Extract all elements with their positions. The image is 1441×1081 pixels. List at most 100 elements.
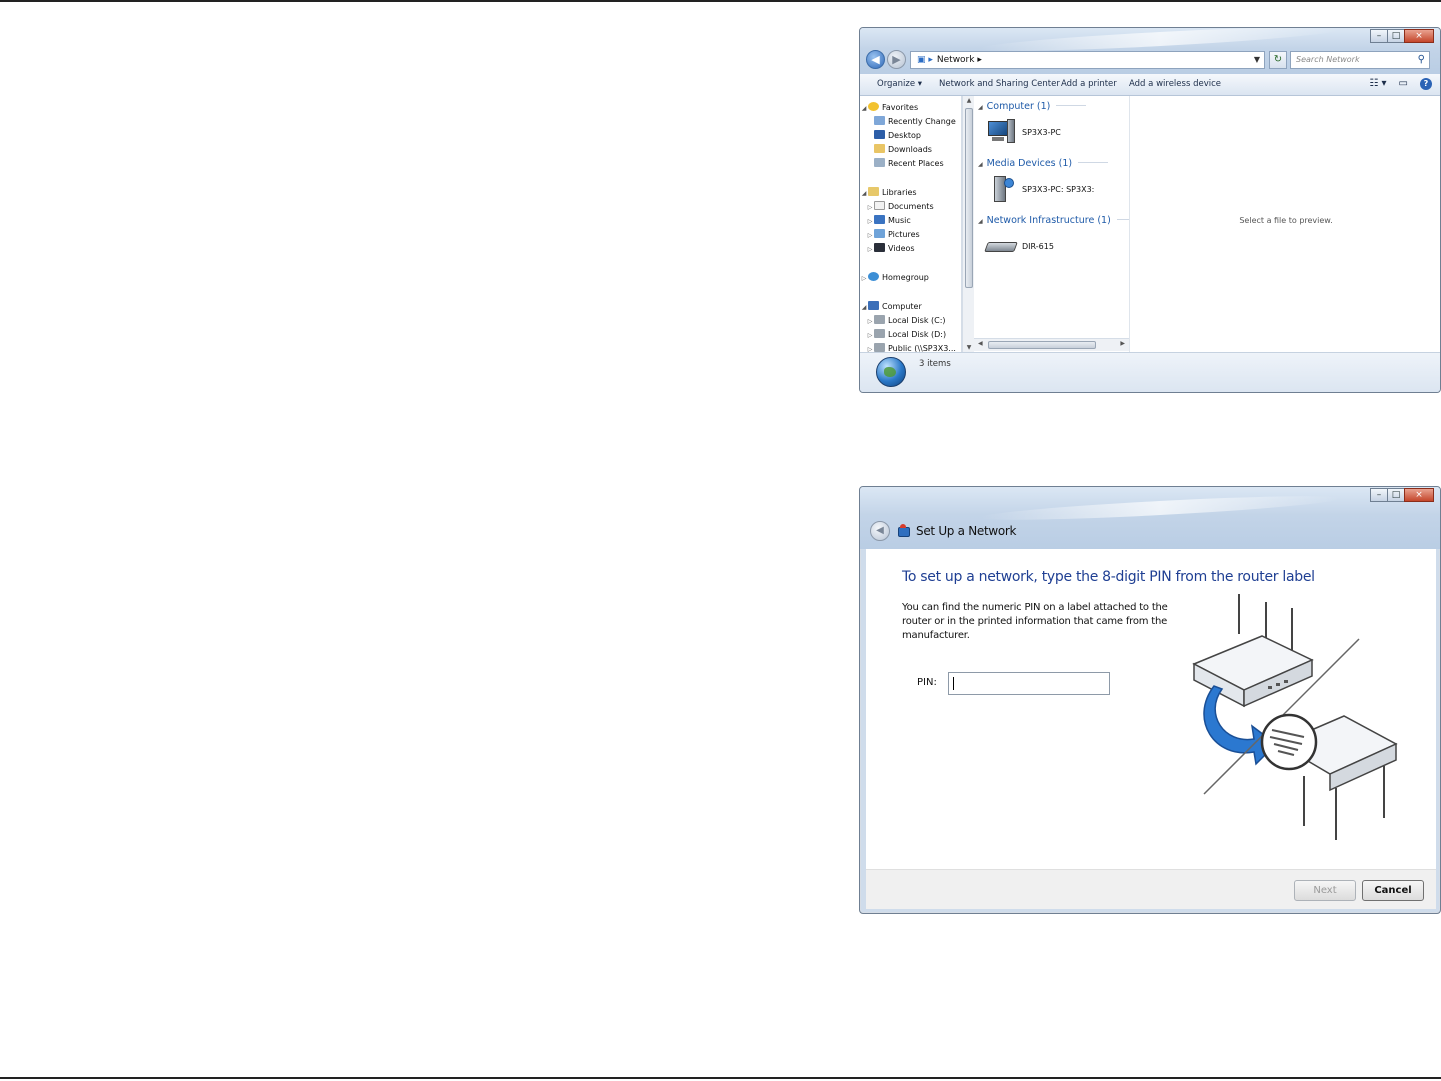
cancel-button[interactable]: Cancel [1362,880,1424,901]
nav-item[interactable]: ▷ Local Disk (C:) [866,314,946,327]
nav-libraries[interactable]: ◢ Libraries [860,186,917,199]
details-pane: 3 items [860,352,1440,392]
network-explorer-window: – □ × ◀ ▶ ▣ ▸ Network ▸ ▼ ↻ Search Networ… [859,27,1441,393]
dialog-heading: To set up a network, type the 8-digit PI… [902,569,1315,585]
computer-icon [868,301,879,310]
nav-item[interactable]: Desktop [874,129,921,142]
top-rule [0,0,1441,2]
nav-item[interactable]: ▷ Videos [866,242,915,255]
pin-input[interactable] [948,672,1110,695]
maximize-button[interactable]: □ [1387,29,1405,43]
nav-item[interactable]: ▷ Public (\\SP3X3... [866,342,956,352]
scrollbar-thumb[interactable] [988,341,1096,349]
media-device-icon [986,176,1016,202]
nav-computer[interactable]: ◢ Computer [860,300,922,313]
nav-pane-scrollbar[interactable]: ▲ ▼ [962,96,974,352]
network-folder-icon: ▣ ▸ [917,55,933,65]
nav-item[interactable]: Downloads [874,143,932,156]
videos-icon [874,243,885,252]
preview-pane-icon[interactable]: ▭ [1399,78,1408,90]
device-name: DIR-615 [1022,241,1054,251]
back-arrow-icon[interactable]: ◀ [866,50,885,69]
close-button[interactable]: × [1404,488,1434,502]
device-item-media[interactable]: SP3X3-PC: SP3X3: [986,175,1094,203]
network-globe-icon [876,357,906,387]
address-path: Network [936,55,975,65]
search-icon[interactable]: ⚲ [1418,52,1425,68]
search-input[interactable]: Search Network ⚲ [1290,51,1430,69]
minimize-button[interactable]: – [1370,29,1388,43]
bottom-rule [0,1077,1441,1079]
add-printer-button[interactable]: Add a printer [1061,74,1117,94]
dialog-header: ◀ Set Up a Network [870,521,1017,541]
recent-icon [874,116,885,125]
address-bar[interactable]: ▣ ▸ Network ▸ ▼ [910,51,1265,69]
device-item-router[interactable]: DIR-615 [984,232,1054,260]
dialog-description: You can find the numeric PIN on a label … [902,602,1168,641]
view-options: ☷ ▾ ▭ ? [1369,78,1432,90]
network-setup-icon [896,524,910,538]
navigation-row: ◀ ▶ ▣ ▸ Network ▸ ▼ ↻ Search Network ⚲ [866,50,1434,70]
search-placeholder: Search Network [1296,55,1360,64]
network-drive-icon [874,343,885,352]
nav-item[interactable]: Recently Change [874,115,956,128]
dialog-titlebar: – □ × ◀ Set Up a Network [860,487,1440,549]
preview-placeholder: Select a file to preview. [1239,216,1333,225]
minimize-button[interactable]: – [1370,488,1388,502]
router-bottom-icon [1260,713,1398,840]
recent-places-icon [874,158,885,167]
view-mode-icon[interactable]: ☷ ▾ [1369,78,1386,90]
next-button[interactable]: Next [1294,880,1356,901]
nav-favorites[interactable]: ◢ Favorites [860,101,918,114]
nav-item[interactable]: ▷ Documents [866,200,934,213]
command-bar: Organize ▾ Network and Sharing Center Ad… [860,74,1440,96]
device-name: SP3X3-PC: SP3X3: [1022,184,1095,194]
dialog-title: Set Up a Network [916,524,1017,538]
dialog-body: To set up a network, type the 8-digit PI… [866,549,1436,869]
forward-arrow-icon[interactable]: ▶ [887,50,906,69]
explorer-titlebar: – □ × ◀ ▶ ▣ ▸ Network ▸ ▼ ↻ Search Networ… [860,28,1440,74]
close-button[interactable]: × [1404,29,1434,43]
scroll-right-icon[interactable]: ▶ [1120,340,1125,347]
refresh-icon[interactable]: ↻ [1269,51,1287,69]
nav-item[interactable]: ▷ Music [866,214,911,227]
group-header-media-devices[interactable]: ◢ Media Devices (1) [978,158,1108,169]
desktop-icon [874,130,885,139]
pictures-icon [874,229,885,238]
add-wireless-device-button[interactable]: Add a wireless device [1129,74,1221,94]
nav-item[interactable]: ▷ Local Disk (D:) [866,328,946,341]
back-arrow-icon[interactable]: ◀ [870,521,890,541]
help-icon[interactable]: ? [1420,78,1432,90]
scroll-left-icon[interactable]: ◀ [978,340,983,347]
star-icon [868,102,879,111]
disk-icon [874,315,885,324]
documents-icon [874,201,885,210]
organize-menu[interactable]: Organize ▾ [877,74,922,94]
device-item-computer[interactable]: SP3X3-PC [986,118,1061,146]
dialog-footer: Next Cancel [866,869,1436,909]
nav-homegroup[interactable]: ▷ Homegroup [860,271,929,284]
pin-label: PIN: [917,677,937,688]
router-label-illustration [1192,594,1398,840]
network-sharing-center-button[interactable]: Network and Sharing Center [939,74,1060,94]
item-count: 3 items [919,359,951,369]
nav-item[interactable]: ▷ Pictures [866,228,920,241]
computer-icon [986,119,1016,145]
content-horizontal-scrollbar[interactable]: ◀ ▶ [974,338,1129,351]
navigation-pane: ◢ Favorites Recently Change Desktop Downl… [860,96,962,352]
downloads-folder-icon [874,144,885,153]
library-icon [868,187,879,196]
group-header-computer[interactable]: ◢ Computer (1) [978,101,1086,112]
setup-network-dialog: – □ × ◀ Set Up a Network To set up a net… [859,486,1441,914]
maximize-button[interactable]: □ [1387,488,1405,502]
homegroup-icon [868,272,879,281]
address-dropdown-icon[interactable]: ▼ [1254,52,1260,68]
text-caret [953,677,954,690]
network-content-pane: ◢ Computer (1) SP3X3-PC ◢ Media Devices (1… [974,96,1129,352]
disk-icon [874,329,885,338]
router-icon [984,238,1018,254]
scrollbar-thumb[interactable] [965,108,973,288]
group-header-network-infrastructure[interactable]: ◢ Network Infrastructure (1) [978,215,1147,226]
nav-item[interactable]: Recent Places [874,157,944,170]
preview-pane: Select a file to preview. [1129,96,1440,352]
